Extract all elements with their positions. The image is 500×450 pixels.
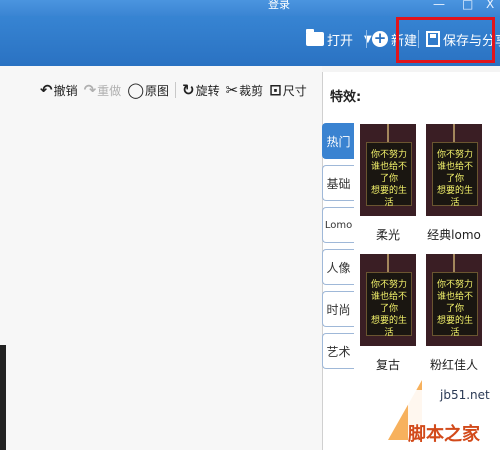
effect-label: 粉红佳人 — [429, 358, 478, 372]
effect-thumbnail: 你不努力 谁也给不了你 想要的生活 — [426, 124, 482, 216]
new-button[interactable]: + 新建 — [372, 24, 417, 54]
title-bar: 登录 — □ X — [0, 0, 500, 66]
effect-tabs: 热门 基础 Lomo 人像 时尚 艺术 — [322, 123, 356, 375]
save-share-label: 保存与分享 — [443, 33, 500, 49]
redo-button[interactable]: ↷ 重做 — [84, 78, 122, 102]
effect-label: 复古 — [375, 358, 400, 372]
divider — [175, 82, 176, 98]
tab-hot[interactable]: 热门 — [322, 123, 354, 159]
effect-classic-lomo[interactable]: 你不努力 谁也给不了你 想要的生活 经典lomo — [426, 124, 482, 243]
effect-thumbnail: 你不努力 谁也给不了你 想要的生活 — [360, 124, 416, 216]
undo-button[interactable]: ↶ 撤销 — [40, 78, 78, 102]
tab-portrait[interactable]: 人像 — [322, 249, 354, 285]
original-label: 原图 — [144, 83, 169, 98]
effect-label: 柔光 — [375, 228, 400, 242]
original-icon: ◯ — [127, 81, 144, 99]
effect-retro[interactable]: 你不努力 谁也给不了你 想要的生活 复古 — [360, 254, 416, 373]
minimize-button[interactable]: — — [433, 0, 445, 11]
rotate-button[interactable]: ↻ 旋转 — [182, 78, 220, 102]
divider — [418, 30, 419, 48]
save-share-button[interactable]: 保存与分享 — [426, 24, 500, 54]
floppy-disk-icon — [426, 31, 440, 47]
resize-icon: ⊡ — [269, 81, 282, 99]
resize-button[interactable]: ⊡ 尺寸 — [269, 78, 307, 102]
edit-toolbar: ↶ 撤销 ↷ 重做 ◯ 原图 ↻ 旋转 ✂ 裁剪 ⊡ 尺寸 — [40, 78, 307, 102]
undo-icon: ↶ — [40, 81, 53, 99]
watermark: jb51.net 脚本之家 — [388, 380, 500, 450]
watermark-url: jb51.net — [440, 388, 490, 402]
undo-label: 撤销 — [53, 83, 78, 98]
canvas-area[interactable] — [0, 66, 322, 450]
tab-basic[interactable]: 基础 — [322, 165, 354, 201]
panel-title: 特效: — [330, 90, 362, 105]
redo-icon: ↷ — [83, 81, 97, 99]
crop-label: 裁剪 — [239, 83, 264, 98]
login-link[interactable]: 登录 — [268, 0, 290, 12]
effect-thumbnail: 你不努力 谁也给不了你 想要的生活 — [360, 254, 416, 346]
scissors-icon: ✂ — [225, 81, 239, 99]
rotate-icon: ↻ — [182, 81, 195, 99]
tab-art[interactable]: 艺术 — [322, 333, 354, 369]
open-button[interactable]: 打开 ▼ — [306, 24, 372, 54]
thumb-board: 你不努力 谁也给不了你 想要的生活 — [432, 272, 478, 338]
divider — [366, 30, 367, 48]
close-button[interactable]: X — [486, 0, 494, 11]
thumb-board: 你不努力 谁也给不了你 想要的生活 — [366, 272, 412, 338]
folder-icon — [306, 29, 324, 46]
effect-thumbnail: 你不努力 谁也给不了你 想要的生活 — [426, 254, 482, 346]
new-label: 新建 — [391, 33, 418, 49]
maximize-button[interactable]: □ — [462, 0, 473, 11]
watermark-logo: 脚本之家 — [408, 424, 480, 445]
rotate-label: 旋转 — [195, 83, 220, 98]
open-label: 打开 — [327, 33, 354, 49]
resize-label: 尺寸 — [282, 83, 307, 98]
tab-lomo[interactable]: Lomo — [322, 207, 354, 243]
original-button[interactable]: ◯ 原图 — [127, 78, 169, 102]
thumb-board: 你不努力 谁也给不了你 想要的生活 — [366, 142, 412, 208]
thumb-board: 你不努力 谁也给不了你 想要的生活 — [432, 142, 478, 208]
title-strip — [0, 0, 500, 16]
effect-pink-lady[interactable]: 你不努力 谁也给不了你 想要的生活 粉红佳人 — [426, 254, 482, 373]
crop-button[interactable]: ✂ 裁剪 — [226, 78, 264, 102]
effect-label: 经典lomo — [427, 228, 481, 242]
plus-icon: + — [372, 29, 388, 47]
effect-soft-light[interactable]: 你不努力 谁也给不了你 想要的生活 柔光 — [360, 124, 416, 243]
redo-label: 重做 — [97, 83, 122, 98]
image-edge — [0, 345, 6, 450]
tab-fashion[interactable]: 时尚 — [322, 291, 354, 327]
